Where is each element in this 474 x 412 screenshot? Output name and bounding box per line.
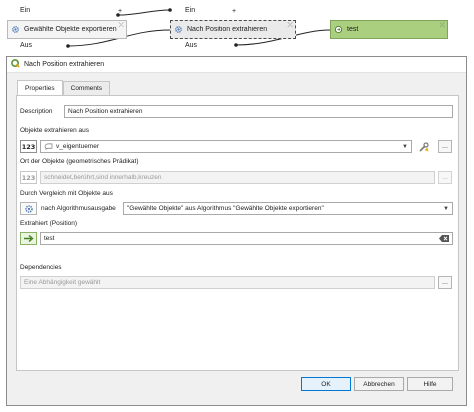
close-icon[interactable]: ⤫ [439,22,445,29]
properties-panel: Description Nach Position extrahieren Ob… [16,95,459,371]
port-plus[interactable]: + [118,8,122,15]
wrench-icon[interactable] [415,140,432,153]
node-output-test[interactable]: test ⤫ [330,20,448,39]
ok-button[interactable]: OK [301,377,351,391]
node-label: Nach Position extrahieren [187,25,268,33]
port-in-label: Ein [185,7,196,14]
extract-from-value: v_eigentuemer [56,143,99,150]
tab-comments[interactable]: Comments [62,81,111,95]
node-exported-objects[interactable]: Gewählte Objekte exportieren ⤫ [7,20,127,39]
extracted-value: test [44,235,55,242]
layer-icon [44,143,53,150]
description-input[interactable]: Nach Position extrahieren [64,105,453,118]
extract-from-select[interactable]: v_eigentuemer ▼ [40,140,412,153]
model-output-icon[interactable] [20,202,37,215]
description-label: Description [20,108,53,115]
type-123-button[interactable]: 123 [20,171,37,184]
compare-select[interactable]: "Gewählte Objekte" aus Algorithmus "Gewä… [123,202,453,215]
type-123-button[interactable]: 123 [20,140,37,153]
extracted-output-input[interactable]: test [40,232,453,245]
gear-icon [171,20,185,39]
node-label: test [347,25,359,33]
help-button[interactable]: Hilfe [407,377,453,391]
predicate-more-button[interactable]: ... [438,171,452,184]
port-out-label: Aus [185,42,198,49]
dialog-title: Nach Position extrahieren [24,61,105,68]
extracted-label: Extrahiert (Position) [20,220,78,227]
qgis-logo-icon [11,59,20,70]
dependencies-more-button[interactable]: ... [438,276,452,289]
compare-source-text: nach Algorithmusausgabe [41,205,116,212]
predicate-field[interactable]: schneidet,berührt,sind innerhalb,kreuzen [40,171,435,184]
algorithm-dialog: Nach Position extrahieren Properties Com… [6,56,467,406]
node-extract-by-location[interactable]: Nach Position extrahieren ⤫ [170,20,296,39]
gear-icon [8,20,22,39]
node-label: Gewählte Objekte exportieren [24,25,117,33]
dependencies-field[interactable]: Eine Abhängigkeit gewählt [20,276,435,289]
port-out-label: Aus [20,42,33,49]
port-in-label: Ein [20,7,31,14]
tab-properties[interactable]: Properties [17,80,63,95]
close-icon[interactable]: ⤫ [118,22,124,29]
extract-from-label: Objekte extrahieren aus [20,127,90,134]
cancel-button[interactable]: Abbrechen [354,377,404,391]
predicate-label: Ort der Objekte (geometrisches Prädikat) [20,158,139,165]
chevron-down-icon: ▼ [402,143,408,150]
close-icon[interactable]: ⤫ [287,22,293,29]
compare-label: Durch Vergleich mit Objekte aus [20,190,113,197]
output-icon [331,20,345,39]
output-arrow-icon[interactable] [20,232,37,245]
clear-icon[interactable] [439,233,449,244]
extract-from-more-button[interactable]: ... [438,140,452,153]
compare-value: "Gewählte Objekte" aus Algorithmus "Gewä… [127,205,324,212]
port-plus[interactable]: + [232,8,236,15]
dependencies-label: Dependencies [20,264,62,271]
dialog-titlebar: Nach Position extrahieren [7,57,466,73]
chevron-down-icon: ▼ [443,205,449,212]
tab-bar: Properties Comments [17,80,111,95]
